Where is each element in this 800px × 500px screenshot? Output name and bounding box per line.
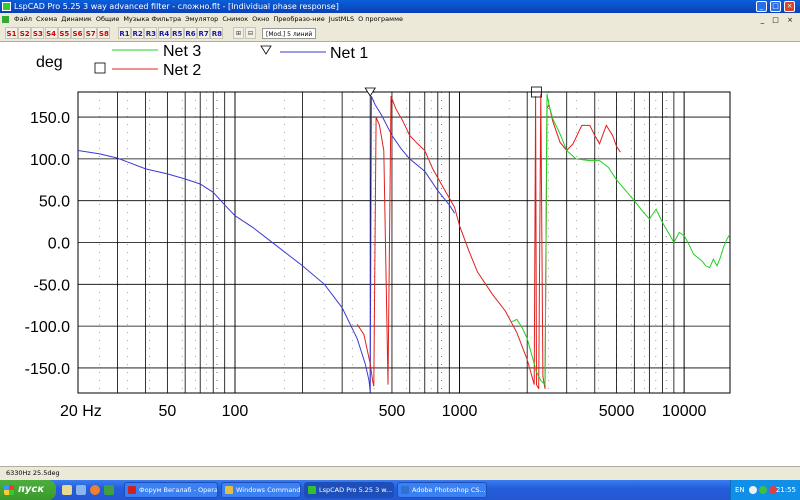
- preset-r7-button[interactable]: R7: [197, 27, 211, 39]
- preset-r5-button[interactable]: R5: [170, 27, 184, 39]
- title-bar[interactable]: LspCAD Pro 5.25 3 way advanced filter - …: [0, 0, 800, 13]
- menu-item-2[interactable]: Динамик: [59, 13, 94, 25]
- phase-response-plot-area: 150.0 100.0 50.0 0.0 -50.0 -100.0 -150.0 20 Hz 5…: [0, 42, 800, 466]
- phase-response-chart: 150.0 100.0 50.0 0.0 -50.0 -100.0 -150.0 20 Hz 5…: [25, 43, 731, 420]
- y-tick-label: 150.0: [30, 110, 70, 127]
- task-label: Adobe Photoshop CS...: [412, 486, 486, 494]
- quicklaunch-media-icon[interactable]: [104, 485, 114, 495]
- y-axis-label: deg: [36, 54, 63, 71]
- legend-label: Net 3: [163, 43, 201, 60]
- preset-r1-button[interactable]: R1: [118, 27, 131, 39]
- preset-r4-button[interactable]: R4: [157, 27, 171, 39]
- mode-indicator: [Mod.] 5 линий: [262, 28, 317, 39]
- menu-item-3[interactable]: Общие: [94, 13, 121, 25]
- preset-s7-button[interactable]: S7: [84, 27, 98, 39]
- preset-r8-button[interactable]: R8: [210, 27, 224, 39]
- taskbar: пуск Форум Вегалаб - Opera Windows Comman…: [0, 480, 800, 500]
- preset-r6-button[interactable]: R6: [184, 27, 197, 39]
- series-line-net-2: [356, 93, 621, 390]
- taskbar-task-3[interactable]: Adobe Photoshop CS...: [397, 482, 487, 498]
- preset-s1-button[interactable]: S1: [5, 27, 18, 39]
- legend-label: Net 1: [330, 45, 368, 62]
- task-label: Windows Commander...: [236, 486, 301, 494]
- menu-item-6[interactable]: Снимок: [220, 13, 250, 25]
- cursor-readout: 6330Hz 25.5deg: [6, 469, 60, 477]
- preset-s6-button[interactable]: S6: [71, 27, 84, 39]
- status-bar: 6330Hz 25.5deg: [0, 466, 800, 480]
- menu-bar: Файл Схема Динамик Общие Музыка Фильтра Эмуля…: [0, 13, 800, 25]
- y-tick-label: 0.0: [48, 236, 70, 253]
- window-title: LspCAD Pro 5.25 3 way advanced filter - …: [14, 2, 339, 11]
- preset-s3-button[interactable]: S3: [31, 27, 45, 39]
- tray-security-icon[interactable]: [759, 486, 767, 494]
- legend-label: Net 2: [163, 62, 201, 79]
- language-indicator[interactable]: EN: [735, 480, 745, 500]
- x-tick-label: 500: [379, 403, 406, 420]
- minimize-button[interactable]: _: [756, 1, 767, 12]
- preset-s4-button[interactable]: S4: [44, 27, 58, 39]
- quicklaunch-desktop-icon[interactable]: [76, 485, 86, 495]
- legend-square-icon: [94, 62, 106, 74]
- menu-item-8[interactable]: Преобразо-ние: [271, 13, 326, 25]
- task-app-icon: [401, 486, 409, 494]
- x-tick-label: 50: [158, 403, 176, 420]
- app-icon[interactable]: [2, 2, 11, 11]
- preset-s8-button[interactable]: S8: [97, 27, 111, 39]
- start-label: пуск: [18, 484, 45, 495]
- x-tick-label: 10000: [662, 403, 707, 420]
- clock: 21:55: [775, 486, 796, 494]
- series-line-net-1: [78, 96, 456, 392]
- legend-triangle-icon: [260, 45, 272, 55]
- document-icon[interactable]: [2, 15, 9, 23]
- preset-s5-button[interactable]: S5: [57, 27, 71, 39]
- menu-item-5[interactable]: Эмулятор: [183, 13, 220, 25]
- preset-r2-button[interactable]: R2: [131, 27, 145, 39]
- y-tick-label: -50.0: [34, 277, 71, 294]
- y-tick-label: 50.0: [39, 194, 70, 211]
- task-app-icon: [308, 486, 316, 494]
- zoom-out-icon[interactable]: ⊟: [245, 27, 256, 39]
- menu-item-4[interactable]: Музыка Фильтра: [121, 13, 183, 25]
- menu-item-0[interactable]: Файл: [12, 13, 34, 25]
- zoom-in-icon[interactable]: ⊞: [233, 27, 244, 39]
- menu-item-7[interactable]: Окно: [250, 13, 271, 25]
- task-label: LspCAD Pro 5.25 3 w...: [319, 486, 393, 494]
- close-button[interactable]: ×: [784, 1, 795, 12]
- system-tray: EN 21:55: [730, 480, 800, 500]
- task-label: Форум Вегалаб - Opera: [139, 486, 218, 494]
- preset-s2-button[interactable]: S2: [18, 27, 32, 39]
- x-tick-label: 1000: [442, 403, 478, 420]
- x-tick-label: 5000: [599, 403, 635, 420]
- toolbar: ⊞ ⊟ [Mod.] 5 линий S1 S2 S3 S4 S5 S6 S7 S8 R1 R2 R…: [0, 25, 800, 42]
- windows-flag-icon: [4, 485, 14, 495]
- taskbar-task-0[interactable]: Форум Вегалаб - Opera: [124, 482, 218, 498]
- task-app-icon: [128, 486, 136, 494]
- y-tick-label: -100.0: [25, 319, 70, 336]
- menu-item-10[interactable]: О программе: [356, 13, 405, 25]
- maximize-button[interactable]: □: [770, 1, 781, 12]
- y-tick-label: 100.0: [30, 152, 70, 169]
- tray-network-icon[interactable]: [749, 486, 757, 494]
- x-tick-label: 20 Hz: [60, 403, 102, 420]
- menu-item-9[interactable]: JustMLS: [327, 13, 356, 25]
- quicklaunch-browser-icon[interactable]: [90, 485, 100, 495]
- y-tick-label: -150.0: [25, 361, 70, 378]
- preset-r3-button[interactable]: R3: [144, 27, 158, 39]
- menu-item-1[interactable]: Схема: [34, 13, 59, 25]
- task-app-icon: [225, 486, 233, 494]
- taskbar-task-2[interactable]: LspCAD Pro 5.25 3 w...: [304, 482, 394, 498]
- quicklaunch-folder-icon[interactable]: [62, 485, 72, 495]
- taskbar-task-1[interactable]: Windows Commander...: [221, 482, 301, 498]
- x-tick-label: 100: [222, 403, 249, 420]
- start-button[interactable]: пуск: [0, 480, 56, 500]
- lspcad-window: LspCAD Pro 5.25 3 way advanced filter - …: [0, 0, 800, 500]
- series-line-net-3: [511, 93, 730, 386]
